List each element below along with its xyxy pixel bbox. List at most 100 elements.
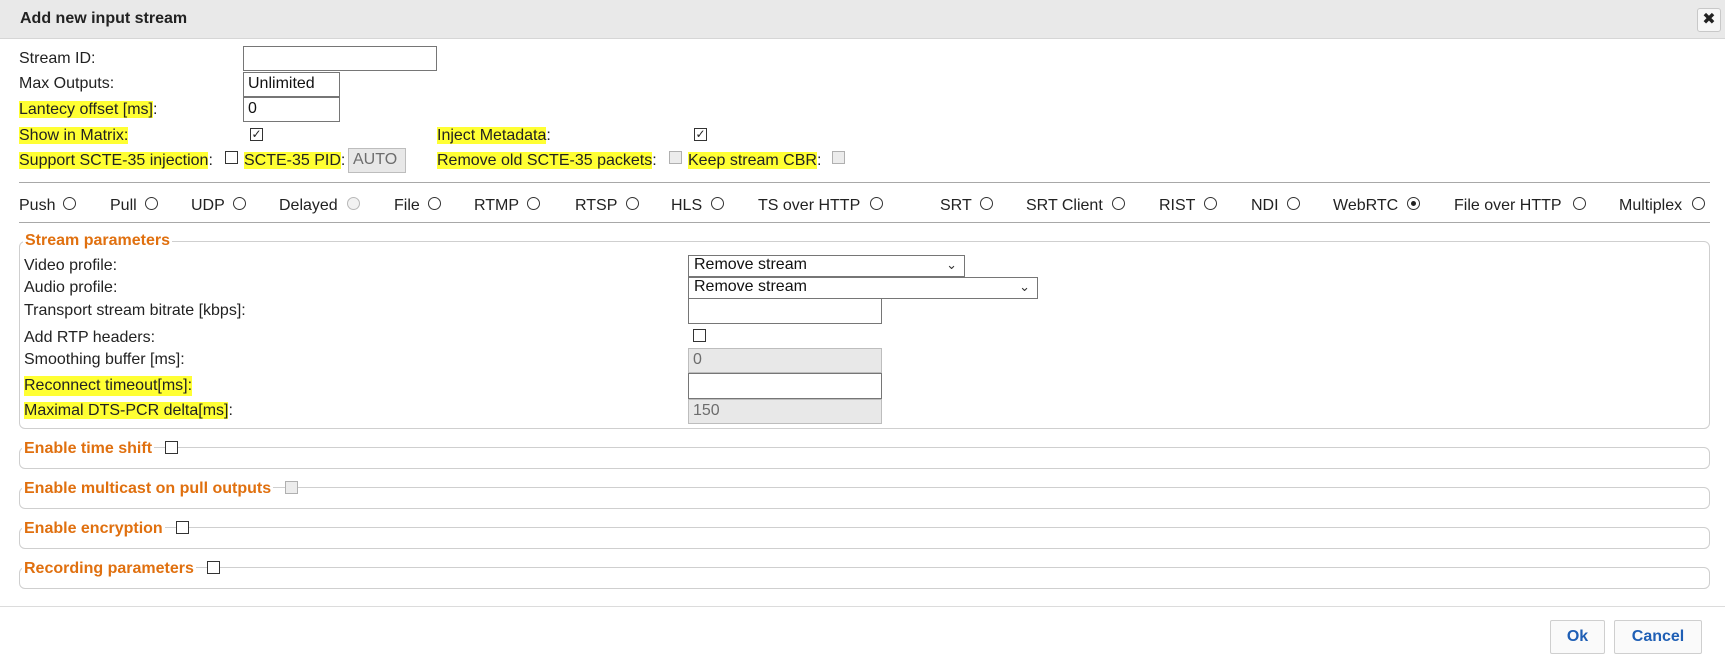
time-shift-checkbox[interactable] <box>165 441 178 454</box>
protocol-top-divider <box>19 182 1710 183</box>
protocol-rtsp-label: RTSP <box>575 197 618 214</box>
protocol-ndi-radio[interactable] <box>1287 197 1300 210</box>
inject-metadata-colon: : <box>546 127 551 144</box>
protocol-udp-radio[interactable] <box>233 197 246 210</box>
multicast-checkbox <box>285 481 298 494</box>
protocol-file-over-http-label: File over HTTP <box>1454 197 1562 214</box>
protocol-multiplex-label: Multiplex <box>1619 197 1683 214</box>
reconnect-timeout-input[interactable] <box>688 373 882 399</box>
dts-pcr-delta-label: Maximal DTS-PCR delta[ms]: <box>24 401 233 421</box>
inject-metadata-label: Inject Metadata: <box>437 126 551 146</box>
protocol-bottom-divider <box>19 222 1710 223</box>
scte-pid-input: AUTO <box>348 148 406 173</box>
protocol-rtmp-label: RTMP <box>474 197 520 214</box>
stream-id-label: Stream ID: <box>19 50 96 67</box>
max-outputs-label: Max Outputs: <box>19 75 115 92</box>
ok-button[interactable]: Ok <box>1550 620 1605 654</box>
protocol-multiplex-radio[interactable] <box>1692 197 1705 210</box>
reconnect-timeout-label: Reconnect timeout[ms]: <box>24 376 193 396</box>
protocol-srt-client-label: SRT Client <box>1026 197 1103 214</box>
keep-cbr-label: Keep stream CBR: <box>688 151 821 171</box>
video-profile-label: Video profile: <box>24 257 118 274</box>
video-profile-select[interactable]: Remove stream ⌄ <box>688 255 965 277</box>
protocol-rtsp-radio[interactable] <box>626 197 639 210</box>
protocol-pull-radio[interactable] <box>145 197 158 210</box>
protocol-delayed-label: Delayed <box>279 197 338 214</box>
protocol-webrtc-label: WebRTC <box>1333 197 1399 214</box>
footer-divider <box>0 606 1725 607</box>
time-shift-legend: Enable time shift <box>22 439 155 459</box>
smoothing-buffer-input: 0 <box>688 348 882 373</box>
inject-metadata-checkbox[interactable]: ✓ <box>694 128 707 141</box>
scte-support-colon: : <box>208 152 213 169</box>
dialog-titlebar: Add new input stream ✖ <box>0 0 1725 39</box>
protocol-ts-over-http-radio[interactable] <box>870 197 883 210</box>
recording-checkbox[interactable] <box>207 561 220 574</box>
stream-parameters-legend: Stream parameters <box>23 231 172 251</box>
rtp-headers-label: Add RTP headers: <box>24 329 156 346</box>
remove-old-scte-label: Remove old SCTE-35 packets: <box>437 151 657 171</box>
max-outputs-input[interactable]: Unlimited <box>243 72 340 97</box>
dts-pcr-delta-text: Maximal DTS-PCR delta[ms] <box>24 402 229 419</box>
latency-offset-colon: : <box>153 101 158 118</box>
dts-pcr-delta-colon: : <box>228 402 233 419</box>
smoothing-buffer-label: Smoothing buffer [ms]: <box>24 351 185 368</box>
inject-metadata-text: Inject Metadata <box>437 127 547 144</box>
protocol-file-label: File <box>394 197 420 214</box>
show-in-matrix-checkbox[interactable]: ✓ <box>250 128 263 141</box>
scte-support-text: Support SCTE-35 injection <box>19 152 209 169</box>
protocol-srt-radio[interactable] <box>980 197 993 210</box>
dialog-title: Add new input stream <box>20 10 188 27</box>
latency-offset-input[interactable]: 0 <box>243 97 340 122</box>
rtp-headers-checkbox[interactable] <box>693 329 706 342</box>
audio-profile-label: Audio profile: <box>24 279 118 296</box>
audio-profile-select[interactable]: Remove stream ⌄ <box>688 277 1038 299</box>
cancel-button[interactable]: Cancel <box>1614 620 1702 654</box>
video-profile-value: Remove stream <box>694 256 807 273</box>
latency-offset-label: Lantecy offset [ms]: <box>19 100 157 120</box>
protocol-srt-label: SRT <box>940 197 972 214</box>
keep-cbr-checkbox <box>832 151 845 164</box>
recording-legend: Recording parameters <box>22 559 196 579</box>
scte-support-label: Support SCTE-35 injection: <box>19 151 213 171</box>
encryption-fieldset <box>19 527 1710 549</box>
chevron-down-icon: ⌄ <box>1019 279 1030 294</box>
multicast-legend: Enable multicast on pull outputs <box>22 479 274 499</box>
show-in-matrix-colon: : <box>123 127 129 144</box>
protocol-hls-radio[interactable] <box>711 197 724 210</box>
protocol-push-radio[interactable] <box>63 197 76 210</box>
show-in-matrix-text: Show in Matrix <box>19 127 124 144</box>
protocol-udp-label: UDP <box>191 197 225 214</box>
latency-offset-text: Lantecy offset [ms] <box>19 101 153 118</box>
remove-old-scte-colon: : <box>652 152 657 169</box>
protocol-push-label: Push <box>19 197 56 214</box>
scte-pid-text: SCTE-35 PID <box>244 152 341 169</box>
protocol-pull-label: Pull <box>110 197 137 214</box>
protocol-file-over-http-radio[interactable] <box>1573 197 1586 210</box>
scte-pid-label: SCTE-35 PID: <box>244 151 345 171</box>
protocol-rtmp-radio[interactable] <box>527 197 540 210</box>
encryption-legend: Enable encryption <box>22 519 165 539</box>
protocol-hls-label: HLS <box>671 197 703 214</box>
protocol-file-radio[interactable] <box>428 197 441 210</box>
chevron-down-icon: ⌄ <box>946 257 957 272</box>
scte-pid-colon: : <box>340 152 346 169</box>
dts-pcr-delta-input: 150 <box>688 399 882 424</box>
stream-id-input[interactable] <box>243 46 437 71</box>
scte-support-checkbox[interactable] <box>225 151 238 164</box>
protocol-delayed-radio <box>347 197 360 210</box>
audio-profile-value: Remove stream <box>694 278 807 295</box>
protocol-ndi-label: NDI <box>1251 197 1279 214</box>
protocol-rist-radio[interactable] <box>1204 197 1217 210</box>
close-icon[interactable]: ✖ <box>1697 8 1721 32</box>
protocol-rist-label: RIST <box>1159 197 1196 214</box>
remove-old-scte-checkbox <box>669 151 682 164</box>
keep-cbr-text: Keep stream CBR <box>688 152 817 169</box>
time-shift-fieldset <box>19 447 1710 469</box>
show-in-matrix-label: Show in Matrix: <box>19 126 129 146</box>
protocol-webrtc-radio[interactable] <box>1407 197 1420 210</box>
recording-fieldset <box>19 567 1710 589</box>
protocol-srt-client-radio[interactable] <box>1112 197 1125 210</box>
ts-bitrate-input[interactable] <box>688 298 882 324</box>
encryption-checkbox[interactable] <box>176 521 189 534</box>
